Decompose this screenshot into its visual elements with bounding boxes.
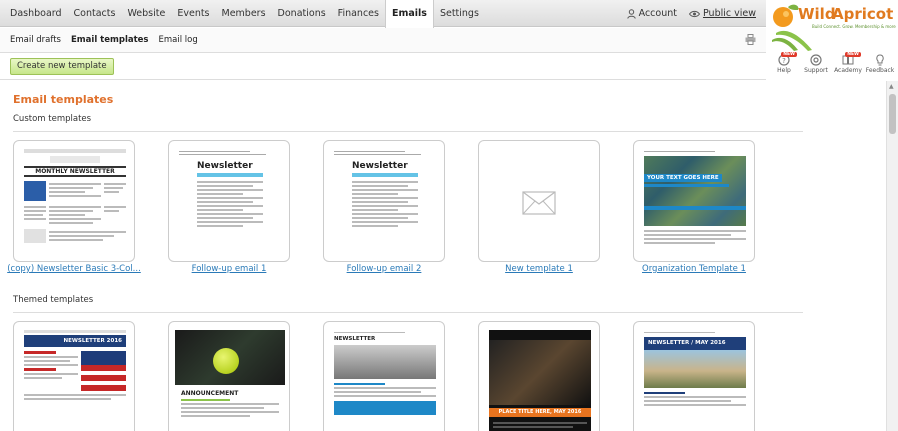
email-subnav: Email drafts Email templates Email log <box>10 28 198 52</box>
nav-website[interactable]: Website <box>121 0 171 27</box>
user-icon <box>626 8 636 19</box>
nav-settings[interactable]: Settings <box>434 0 485 27</box>
thumb-heading: YOUR TEXT GOES HERE <box>644 174 722 182</box>
template-card[interactable]: Newsletter <box>168 140 290 262</box>
template-link[interactable]: (copy) Newsletter Basic 3-Col... <box>4 264 144 274</box>
support-tool[interactable]: Support <box>801 54 831 74</box>
themed-template-card[interactable]: ANNOUNCEMENT <box>168 321 290 431</box>
template-link[interactable]: Follow-up email 2 <box>314 264 454 274</box>
svg-text:?: ? <box>782 57 786 65</box>
themed-template-card[interactable]: NEWSLETTER / MAY 2016 <box>633 321 755 431</box>
create-new-template-button[interactable]: Create new template <box>10 58 114 75</box>
divider <box>13 312 803 313</box>
template-thumbnail: Newsletter <box>179 149 281 259</box>
account-link[interactable]: Account <box>626 8 677 19</box>
themed-template-card[interactable]: NEWSLETTER <box>323 321 445 431</box>
thumb-heading: NEWSLETTER / MAY 2016 <box>644 337 746 350</box>
main-nav: Dashboard Contacts Website Events Member… <box>4 0 485 28</box>
nav-dashboard[interactable]: Dashboard <box>4 0 68 27</box>
svg-text:Apricot: Apricot <box>832 5 893 23</box>
new-badge: NEW <box>845 52 861 57</box>
themed-templates-heading: Themed templates <box>13 295 94 305</box>
nav-finances[interactable]: Finances <box>332 0 385 27</box>
template-thumbnail: MONTHLY NEWSLETTER <box>24 149 126 259</box>
themed-template-card[interactable]: NEWSLETTER 2016 <box>13 321 135 431</box>
scroll-up-arrow-icon[interactable]: ▲ <box>889 83 894 90</box>
nav-donations[interactable]: Donations <box>272 0 332 27</box>
apricot-logo-icon: Wild Apricot Build Connect. Grow. Member… <box>772 4 896 51</box>
subnav-email-log[interactable]: Email log <box>159 28 198 52</box>
help-tools: ? NEW Help Support NEW Academy Feedback <box>766 52 898 80</box>
template-thumbnail: Newsletter <box>334 149 436 259</box>
template-card[interactable]: MONTHLY NEWSLETTER <box>13 140 135 262</box>
public-view-link[interactable]: Public view <box>688 8 756 19</box>
template-thumbnail: NEWSLETTER 2016 <box>24 330 126 431</box>
thumb-heading: PLACE TITLE HERE, MAY 2016 <box>489 408 591 417</box>
eye-icon <box>688 10 700 17</box>
template-link[interactable]: New template 1 <box>469 264 609 274</box>
themed-template-card[interactable]: PLACE TITLE HERE, MAY 2016 <box>478 321 600 431</box>
page-title: Email templates <box>13 93 114 106</box>
new-badge: NEW <box>781 52 797 57</box>
svg-text:Wild: Wild <box>798 5 836 23</box>
svg-text:Build Connect. Grow. Members: Build Connect. Grow. Membership & more <box>812 24 896 29</box>
account-label: Account <box>638 8 677 19</box>
template-thumbnail: YOUR TEXT GOES HERE <box>644 149 746 259</box>
template-link[interactable]: Organization Template 1 <box>624 264 764 274</box>
thumb-heading: ANNOUNCEMENT <box>181 390 239 397</box>
template-thumbnail: PLACE TITLE HERE, MAY 2016 <box>489 330 591 431</box>
main-content: Email templates Custom templates MONTHLY… <box>0 81 885 431</box>
feedback-tool[interactable]: Feedback <box>865 54 895 74</box>
thumb-heading: Newsletter <box>197 161 253 171</box>
action-bar: Create new template <box>0 53 766 80</box>
thumb-heading: MONTHLY NEWSLETTER <box>24 166 126 177</box>
nav-emails[interactable]: Emails <box>384 0 434 28</box>
thumb-heading: NEWSLETTER <box>334 336 376 342</box>
help-tool[interactable]: ? NEW Help <box>769 52 799 74</box>
sub-navigation: Email drafts Email templates Email log <box>0 28 766 53</box>
template-card[interactable] <box>478 140 600 262</box>
template-link[interactable]: Follow-up email 1 <box>159 264 299 274</box>
custom-templates-heading: Custom templates <box>13 114 92 124</box>
thumb-heading: NEWSLETTER 2016 <box>24 335 126 347</box>
template-card[interactable]: Newsletter <box>323 140 445 262</box>
printer-icon[interactable] <box>745 34 756 45</box>
nav-events[interactable]: Events <box>171 0 215 27</box>
envelope-icon <box>522 191 556 215</box>
scrollbar-thumb[interactable] <box>889 94 896 134</box>
help-label: Help <box>777 67 791 74</box>
lifebuoy-icon <box>810 54 822 66</box>
nav-members[interactable]: Members <box>216 0 272 27</box>
template-card[interactable]: YOUR TEXT GOES HERE <box>633 140 755 262</box>
top-right-links: Account Public view <box>626 0 756 27</box>
wildapricot-logo[interactable]: Wild Apricot Build Connect. Grow. Member… <box>768 0 898 55</box>
thumb-heading: Newsletter <box>352 161 408 171</box>
academy-label: Academy <box>834 67 862 74</box>
support-label: Support <box>804 67 828 74</box>
feedback-label: Feedback <box>865 67 895 74</box>
public-view-label: Public view <box>702 8 756 19</box>
divider <box>13 131 803 132</box>
template-thumbnail: NEWSLETTER <box>334 330 436 431</box>
subnav-email-templates[interactable]: Email templates <box>71 28 149 52</box>
top-navigation: Dashboard Contacts Website Events Member… <box>0 0 766 28</box>
nav-contacts[interactable]: Contacts <box>68 0 122 27</box>
vertical-scrollbar[interactable]: ▲ <box>886 81 898 431</box>
lightbulb-icon <box>876 54 884 66</box>
template-thumbnail: ANNOUNCEMENT <box>175 330 285 431</box>
template-thumbnail: NEWSLETTER / MAY 2016 <box>644 330 746 431</box>
subnav-email-drafts[interactable]: Email drafts <box>10 28 61 52</box>
academy-tool[interactable]: NEW Academy <box>833 52 863 74</box>
